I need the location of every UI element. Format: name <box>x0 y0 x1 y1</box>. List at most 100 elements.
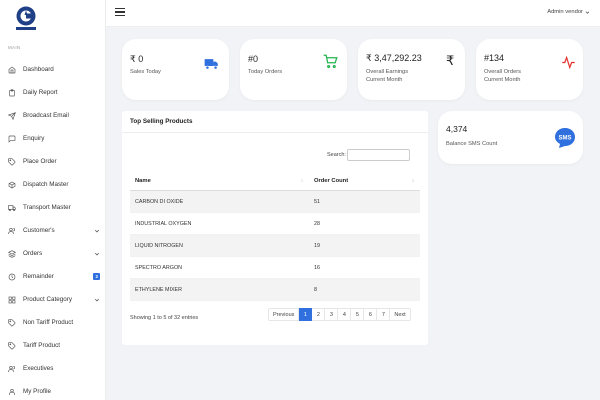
notification-badge: 2 <box>93 273 100 280</box>
products-table: Name ↑↓ Order Count ↑↓ CARBON DI OXIDE 5… <box>130 171 420 301</box>
send-icon <box>8 111 16 120</box>
tag-icon <box>8 341 16 350</box>
tag-icon <box>8 318 16 327</box>
sidebar-nav: Dashboard Daily Report Broadcast Email E… <box>0 58 106 400</box>
product-name: CARBON DI OXIDE <box>135 198 184 205</box>
menu-toggle-icon[interactable] <box>115 8 125 17</box>
message-square-icon <box>8 135 16 143</box>
package-icon <box>8 181 16 189</box>
sidebar-item-label: Transport Master <box>23 204 71 211</box>
brand-logo[interactable] <box>15 6 37 32</box>
chevron-down-icon <box>585 11 590 14</box>
sidebar-item-executives[interactable]: Executives <box>0 357 106 380</box>
user-menu[interactable]: Admin vendor <box>547 9 590 15</box>
sms-icon: SMS <box>554 127 576 149</box>
sidebar-item-label: Place Order <box>23 158 57 165</box>
pagination-previous[interactable]: Previous <box>268 308 300 321</box>
sidebar-item-broadcast-email[interactable]: Broadcast Email <box>0 104 106 127</box>
order-count: 19 <box>314 242 320 249</box>
sidebar-item-label: Orders <box>23 250 43 257</box>
nav-section-title: MAIN <box>8 45 21 50</box>
column-header-name[interactable]: Name <box>135 178 151 184</box>
stat-label-line2: Current Month <box>484 76 521 83</box>
stat-label-line2: Current Month <box>366 76 403 83</box>
stat-card-today-orders: #0 Today Orders <box>240 39 347 100</box>
sort-arrows-icon[interactable]: ↑↓ <box>411 178 415 184</box>
sidebar-item-place-order[interactable]: Place Order <box>0 150 106 173</box>
users-icon <box>8 365 16 373</box>
column-header-order-count[interactable]: Order Count <box>314 178 348 184</box>
grid-icon <box>8 296 16 304</box>
pagination-page-7[interactable]: 7 <box>377 308 391 321</box>
sidebar-item-label: My Profile <box>23 388 51 395</box>
table-row: LIQUID NITROGEN 19 <box>130 235 420 257</box>
stat-value: ₹ 3,47,292.23 <box>366 53 422 63</box>
sidebar-item-non-tariff-product[interactable]: Non Tariff Product <box>0 311 106 334</box>
sidebar-item-dispatch-master[interactable]: Dispatch Master <box>0 173 106 196</box>
stat-label: Overall Orders Current Month <box>484 69 521 84</box>
search-input[interactable] <box>347 149 410 161</box>
pagination-page-4[interactable]: 4 <box>338 308 352 321</box>
sidebar-item-tariff-product[interactable]: Tariff Product <box>0 334 106 357</box>
sidebar-item-orders[interactable]: Orders <box>0 242 106 265</box>
order-count: 16 <box>314 264 320 271</box>
stat-label: Today Orders <box>248 69 283 75</box>
search-label: Search: <box>327 152 346 158</box>
rupee-icon: ₹ <box>446 53 455 68</box>
sidebar-item-label: Tariff Product <box>23 342 60 349</box>
topbar: Admin vendor <box>106 0 600 27</box>
activity-icon <box>561 55 576 70</box>
sort-arrows-icon[interactable]: ↑↓ <box>300 178 304 184</box>
chevron-down-icon <box>94 229 100 232</box>
stat-value: #134 <box>484 53 505 63</box>
order-count: 8 <box>314 286 317 293</box>
clipboard-icon <box>8 88 16 97</box>
sidebar-item-label: Product Category <box>23 296 73 303</box>
pagination-page-5[interactable]: 5 <box>351 308 365 321</box>
sidebar-item-dashboard[interactable]: Dashboard <box>0 58 106 81</box>
sidebar-item-transport-master[interactable]: Transport Master <box>0 196 106 219</box>
pagination-next[interactable]: Next <box>390 308 411 321</box>
stat-card-sales-today: ₹ 0 Sales Today <box>122 39 229 100</box>
stat-label: Overall Earnings Current Month <box>366 69 408 84</box>
sms-label: Balance SMS Count <box>446 141 498 147</box>
sidebar-item-my-profile[interactable]: My Profile <box>0 380 106 400</box>
sidebar-item-enquiry[interactable]: Enquiry <box>0 127 106 150</box>
sms-balance-card: 4,374 Balance SMS Count SMS <box>438 111 583 164</box>
divider <box>122 132 428 133</box>
pagination-page-2[interactable]: 2 <box>312 308 326 321</box>
tag-icon <box>8 157 16 166</box>
sidebar-item-label: Executives <box>23 365 54 372</box>
stat-value: #0 <box>248 54 259 64</box>
sidebar-item-remainder[interactable]: Remainder 2 <box>0 265 106 288</box>
sidebar-item-label: Enquiry <box>23 135 45 142</box>
panel-title: Top Selling Products <box>130 118 193 125</box>
stat-value: ₹ 0 <box>130 54 144 64</box>
home-icon <box>8 66 16 74</box>
sidebar-item-product-category[interactable]: Product Category <box>0 288 106 311</box>
sms-badge-text: SMS <box>558 136 571 142</box>
sidebar-item-daily-report[interactable]: Daily Report <box>0 81 106 104</box>
sidebar-item-label: Dashboard <box>23 66 54 73</box>
user-name: Admin vendor <box>547 9 583 15</box>
stat-label-line1: Overall Earnings <box>366 69 409 75</box>
sms-value: 4,374 <box>446 124 468 134</box>
pagination-page-1[interactable]: 1 <box>299 308 313 321</box>
chevron-down-icon <box>94 298 100 301</box>
layers-icon <box>8 249 16 258</box>
users-icon <box>8 227 16 235</box>
pagination-page-3[interactable]: 3 <box>325 308 339 321</box>
clock-icon <box>8 273 16 281</box>
sidebar-item-label: Dispatch Master <box>23 181 69 188</box>
order-count: 51 <box>314 198 320 205</box>
table-row: ETHYLENE MIXER 8 <box>130 279 420 301</box>
order-count: 28 <box>314 220 320 227</box>
sidebar: MAIN Dashboard Daily Report Broadcast Em… <box>0 0 106 400</box>
stat-card-overall-earnings: ₹ 3,47,292.23 Overall Earnings Current M… <box>358 39 465 100</box>
sidebar-item-label: Remainder <box>23 273 54 280</box>
sidebar-item-label: Daily Report <box>23 89 58 96</box>
table-row: SPECTRO ARGON 16 <box>130 257 420 279</box>
sidebar-item-customers[interactable]: Customer's <box>0 219 106 242</box>
pagination-page-6[interactable]: 6 <box>364 308 378 321</box>
chevron-down-icon <box>94 252 100 255</box>
